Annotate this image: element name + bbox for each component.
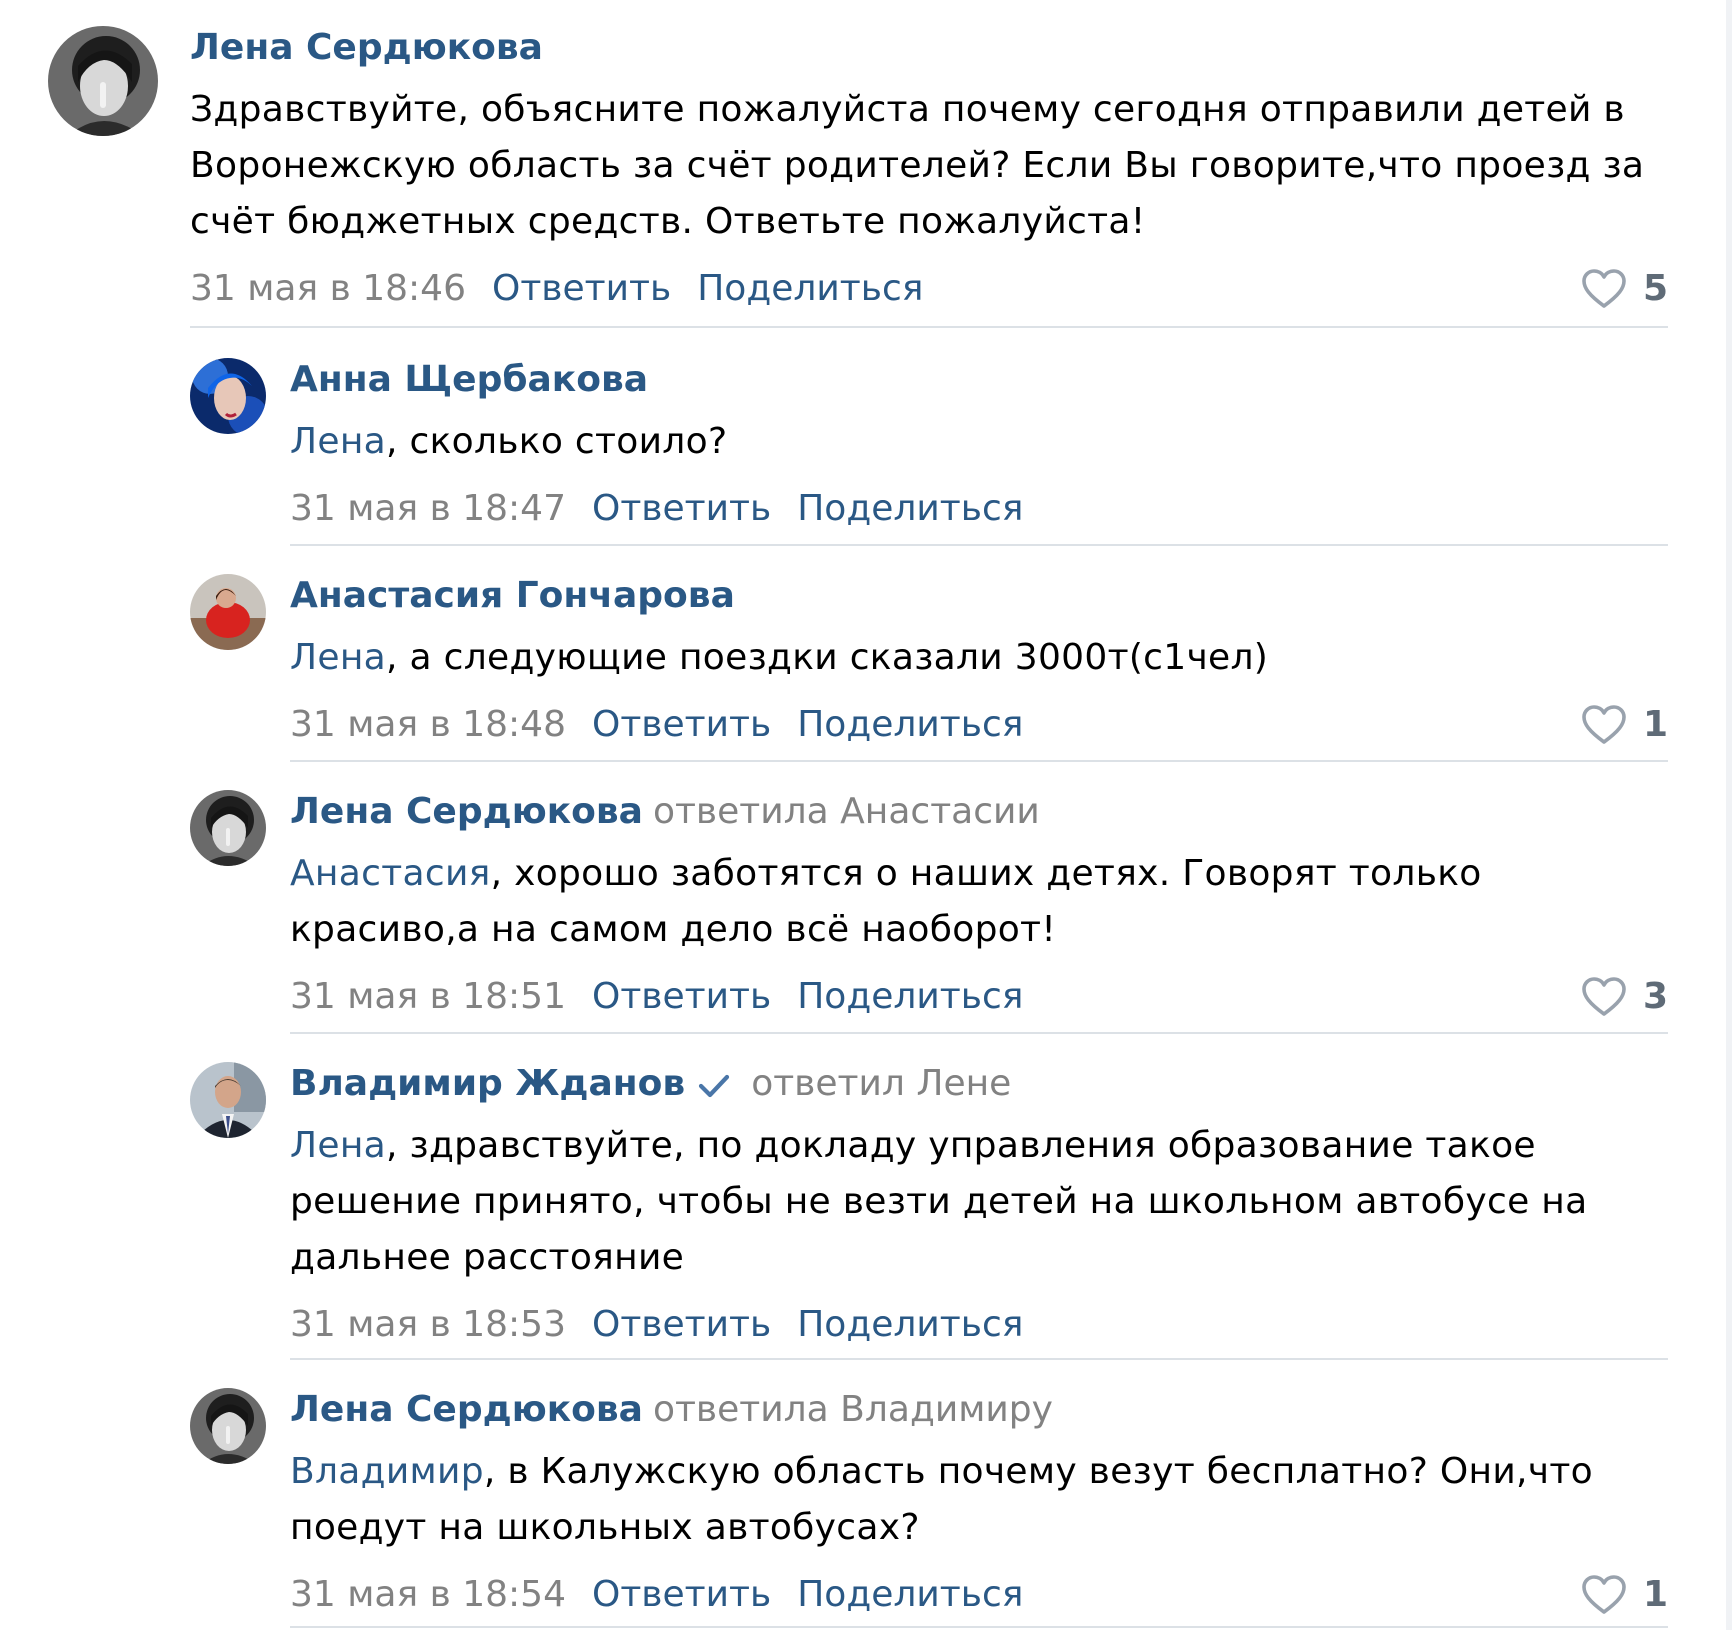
comment: Владимир Жданов ответил Лене Лена, здравс…	[0, 1036, 1732, 1362]
reply-button[interactable]: Ответить	[592, 976, 771, 1017]
comment-date[interactable]: 31 мая в 18:47	[290, 488, 566, 529]
comment-header: Лена Сердюкова	[190, 26, 1668, 70]
avatar-photo-red-icon	[190, 574, 266, 650]
comment: Лена Сердюкова ответила Анастасии Анастас…	[0, 764, 1732, 1036]
share-button[interactable]: Поделиться	[797, 1574, 1023, 1615]
comment-text: Лена, здравствуйте, по докладу управлени…	[290, 1125, 1588, 1278]
like-count: 1	[1642, 704, 1668, 745]
comment: Лена Сердюкова Здравствуйте, объясните п…	[0, 0, 1732, 330]
avatar[interactable]	[190, 358, 266, 434]
author-name[interactable]: Анна Щербакова	[290, 359, 648, 400]
avatar-photo-bw-icon	[190, 1388, 266, 1464]
like-button[interactable]: 5	[1581, 264, 1668, 314]
comment-date[interactable]: 31 мая в 18:46	[190, 268, 466, 309]
heart-icon	[1582, 269, 1626, 308]
avatar[interactable]	[190, 574, 266, 650]
comment-meta: 31 мая в 18:53 Ответить Поделиться	[290, 1300, 1668, 1350]
comment: Анастасия Гончарова Лена, а следующие по…	[0, 548, 1732, 764]
divider	[290, 1032, 1668, 1034]
avatar[interactable]	[48, 26, 158, 136]
divider	[290, 760, 1668, 762]
reply-button[interactable]: Ответить	[592, 704, 771, 745]
comment-header: Анна Щербакова	[290, 358, 1668, 402]
divider	[290, 1358, 1668, 1360]
comment-date[interactable]: 31 мая в 18:51	[290, 976, 566, 1017]
reply-button[interactable]: Ответить	[592, 488, 771, 529]
verified-check-icon	[699, 1074, 730, 1098]
reply-button[interactable]: Ответить	[592, 1574, 771, 1615]
like-count: 1	[1642, 1574, 1668, 1615]
comment-meta: 31 мая в 18:47 Ответить Поделиться	[290, 484, 1668, 534]
comment-text: Лена, а следующие поездки сказали 3000т(…	[290, 637, 1269, 678]
comment-header: Лена Сердюкова ответила Владимиру	[290, 1388, 1668, 1432]
comment-date[interactable]: 31 мая в 18:48	[290, 704, 566, 745]
reply-button[interactable]: Ответить	[492, 268, 671, 309]
comment-text: Лена, сколько стоило?	[290, 421, 728, 462]
like-button[interactable]: 3	[1581, 972, 1668, 1022]
share-button[interactable]: Поделиться	[797, 488, 1023, 529]
comment: Лена Сердюкова ответила Владимиру Владими…	[0, 1362, 1732, 1630]
reply-to-label[interactable]: ответила Анастасии	[653, 791, 1040, 832]
comment-meta: 31 мая в 18:46 Ответить Поделиться 5	[190, 264, 1668, 314]
comment: Анна Щербакова Лена, сколько стоило? 31 …	[0, 330, 1732, 548]
comment-date[interactable]: 31 мая в 18:53	[290, 1304, 566, 1345]
scrollbar-track[interactable]	[1726, 0, 1732, 1630]
comment-header: Анастасия Гончарова	[290, 574, 1668, 618]
heart-icon	[1582, 1575, 1626, 1614]
comment-meta: 31 мая в 18:51 Ответить Поделиться 3	[290, 972, 1668, 1022]
share-button[interactable]: Поделиться	[797, 1304, 1023, 1345]
avatar[interactable]	[190, 790, 266, 866]
heart-icon	[1582, 977, 1626, 1016]
comment-text: Владимир, в Калужскую область почему вез…	[290, 1451, 1593, 1548]
author-name[interactable]: Лена Сердюкова	[290, 791, 643, 832]
avatar-photo-bw-icon	[190, 790, 266, 866]
mention-link[interactable]: Лена	[290, 637, 386, 678]
mention-link[interactable]: Владимир	[290, 1451, 484, 1492]
like-count: 3	[1642, 976, 1668, 1017]
avatar[interactable]	[190, 1062, 266, 1138]
author-name[interactable]: Лена Сердюкова	[290, 1389, 643, 1430]
comment-date[interactable]: 31 мая в 18:54	[290, 1574, 566, 1615]
comment-thread: Лена Сердюкова Здравствуйте, объясните п…	[0, 0, 1732, 1630]
author-name[interactable]: Анастасия Гончарова	[290, 575, 735, 616]
avatar-photo-suit-icon	[190, 1062, 266, 1138]
avatar[interactable]	[190, 1388, 266, 1464]
mention-link[interactable]: Анастасия	[290, 853, 491, 894]
comment-meta: 31 мая в 18:48 Ответить Поделиться 1	[290, 700, 1668, 750]
share-button[interactable]: Поделиться	[797, 704, 1023, 745]
divider	[290, 1626, 1668, 1628]
author-name[interactable]: Лена Сердюкова	[190, 27, 543, 68]
reply-button[interactable]: Ответить	[592, 1304, 771, 1345]
reply-to-label[interactable]: ответил Лене	[751, 1063, 1011, 1104]
divider	[290, 544, 1668, 546]
mention-link[interactable]: Лена	[290, 421, 386, 462]
comment-header: Владимир Жданов ответил Лене	[290, 1062, 1668, 1106]
comment-meta: 31 мая в 18:54 Ответить Поделиться 1	[290, 1570, 1668, 1620]
share-button[interactable]: Поделиться	[697, 268, 923, 309]
like-button[interactable]: 1	[1581, 700, 1668, 750]
heart-icon	[1582, 705, 1626, 744]
divider	[190, 326, 1668, 328]
like-button[interactable]: 1	[1581, 1570, 1668, 1620]
avatar-photo-blue-icon	[190, 358, 266, 434]
like-count: 5	[1642, 268, 1668, 309]
author-name[interactable]: Владимир Жданов	[290, 1063, 685, 1104]
comment-text: Анастасия, хорошо заботятся о наших детя…	[290, 853, 1482, 950]
comment-header: Лена Сердюкова ответила Анастасии	[290, 790, 1668, 834]
share-button[interactable]: Поделиться	[797, 976, 1023, 1017]
avatar-photo-bw-icon	[48, 26, 158, 136]
mention-link[interactable]: Лена	[290, 1125, 386, 1166]
reply-to-label[interactable]: ответила Владимиру	[653, 1389, 1053, 1430]
comment-text: Здравствуйте, объясните пожалуйста почем…	[190, 89, 1645, 242]
